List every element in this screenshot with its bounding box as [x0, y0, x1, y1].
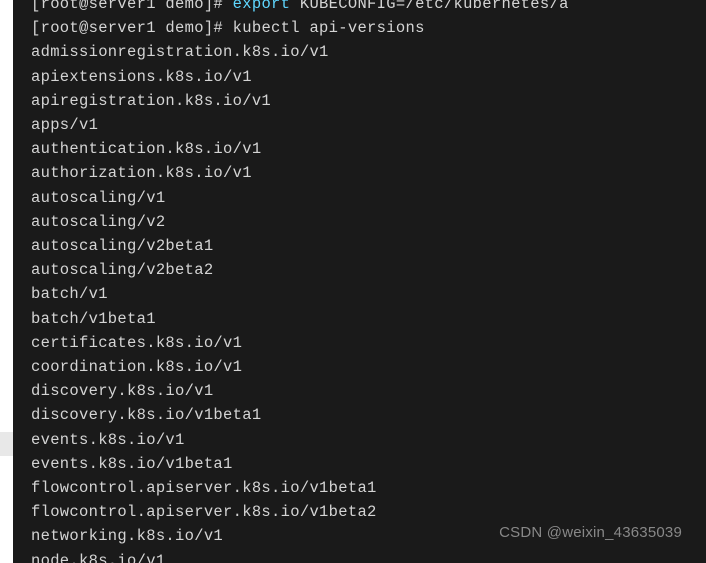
- export-keyword: export: [233, 0, 291, 13]
- output-line: autoscaling/v2: [31, 210, 698, 234]
- output-line: flowcontrol.apiserver.k8s.io/v1beta1: [31, 476, 698, 500]
- output-line: authentication.k8s.io/v1: [31, 137, 698, 161]
- output-line: events.k8s.io/v1beta1: [31, 452, 698, 476]
- command-line: [root@server1 demo]# kubectl api-version…: [31, 16, 698, 40]
- output-line: node.k8s.io/v1: [31, 549, 698, 563]
- output-line: batch/v1beta1: [31, 307, 698, 331]
- prompt-prefix: [root@server1 demo]#: [31, 19, 233, 37]
- prompt-prefix: [root@server1 demo]#: [31, 0, 233, 13]
- output-line: apps/v1: [31, 113, 698, 137]
- output-line: discovery.k8s.io/v1: [31, 379, 698, 403]
- output-line: discovery.k8s.io/v1beta1: [31, 403, 698, 427]
- output-line: apiextensions.k8s.io/v1: [31, 65, 698, 89]
- page-margin: [0, 0, 13, 563]
- output-line: apiregistration.k8s.io/v1: [31, 89, 698, 113]
- output-line: authorization.k8s.io/v1: [31, 161, 698, 185]
- export-args: KUBECONFIG=/etc/kubernetes/a: [290, 0, 568, 13]
- output-line: admissionregistration.k8s.io/v1: [31, 40, 698, 64]
- output-line: coordination.k8s.io/v1: [31, 355, 698, 379]
- output-line: autoscaling/v1: [31, 186, 698, 210]
- terminal-window[interactable]: [root@server1 demo]# export KUBECONFIG=/…: [13, 0, 706, 563]
- command-text: kubectl api-versions: [233, 19, 425, 37]
- watermark-text: CSDN @weixin_43635039: [499, 521, 682, 545]
- output-line: events.k8s.io/v1: [31, 428, 698, 452]
- output-line: autoscaling/v2beta1: [31, 234, 698, 258]
- previous-command-line: [root@server1 demo]# export KUBECONFIG=/…: [31, 0, 698, 16]
- scroll-indicator: [0, 432, 13, 456]
- output-line: autoscaling/v2beta2: [31, 258, 698, 282]
- output-line: batch/v1: [31, 282, 698, 306]
- output-line: certificates.k8s.io/v1: [31, 331, 698, 355]
